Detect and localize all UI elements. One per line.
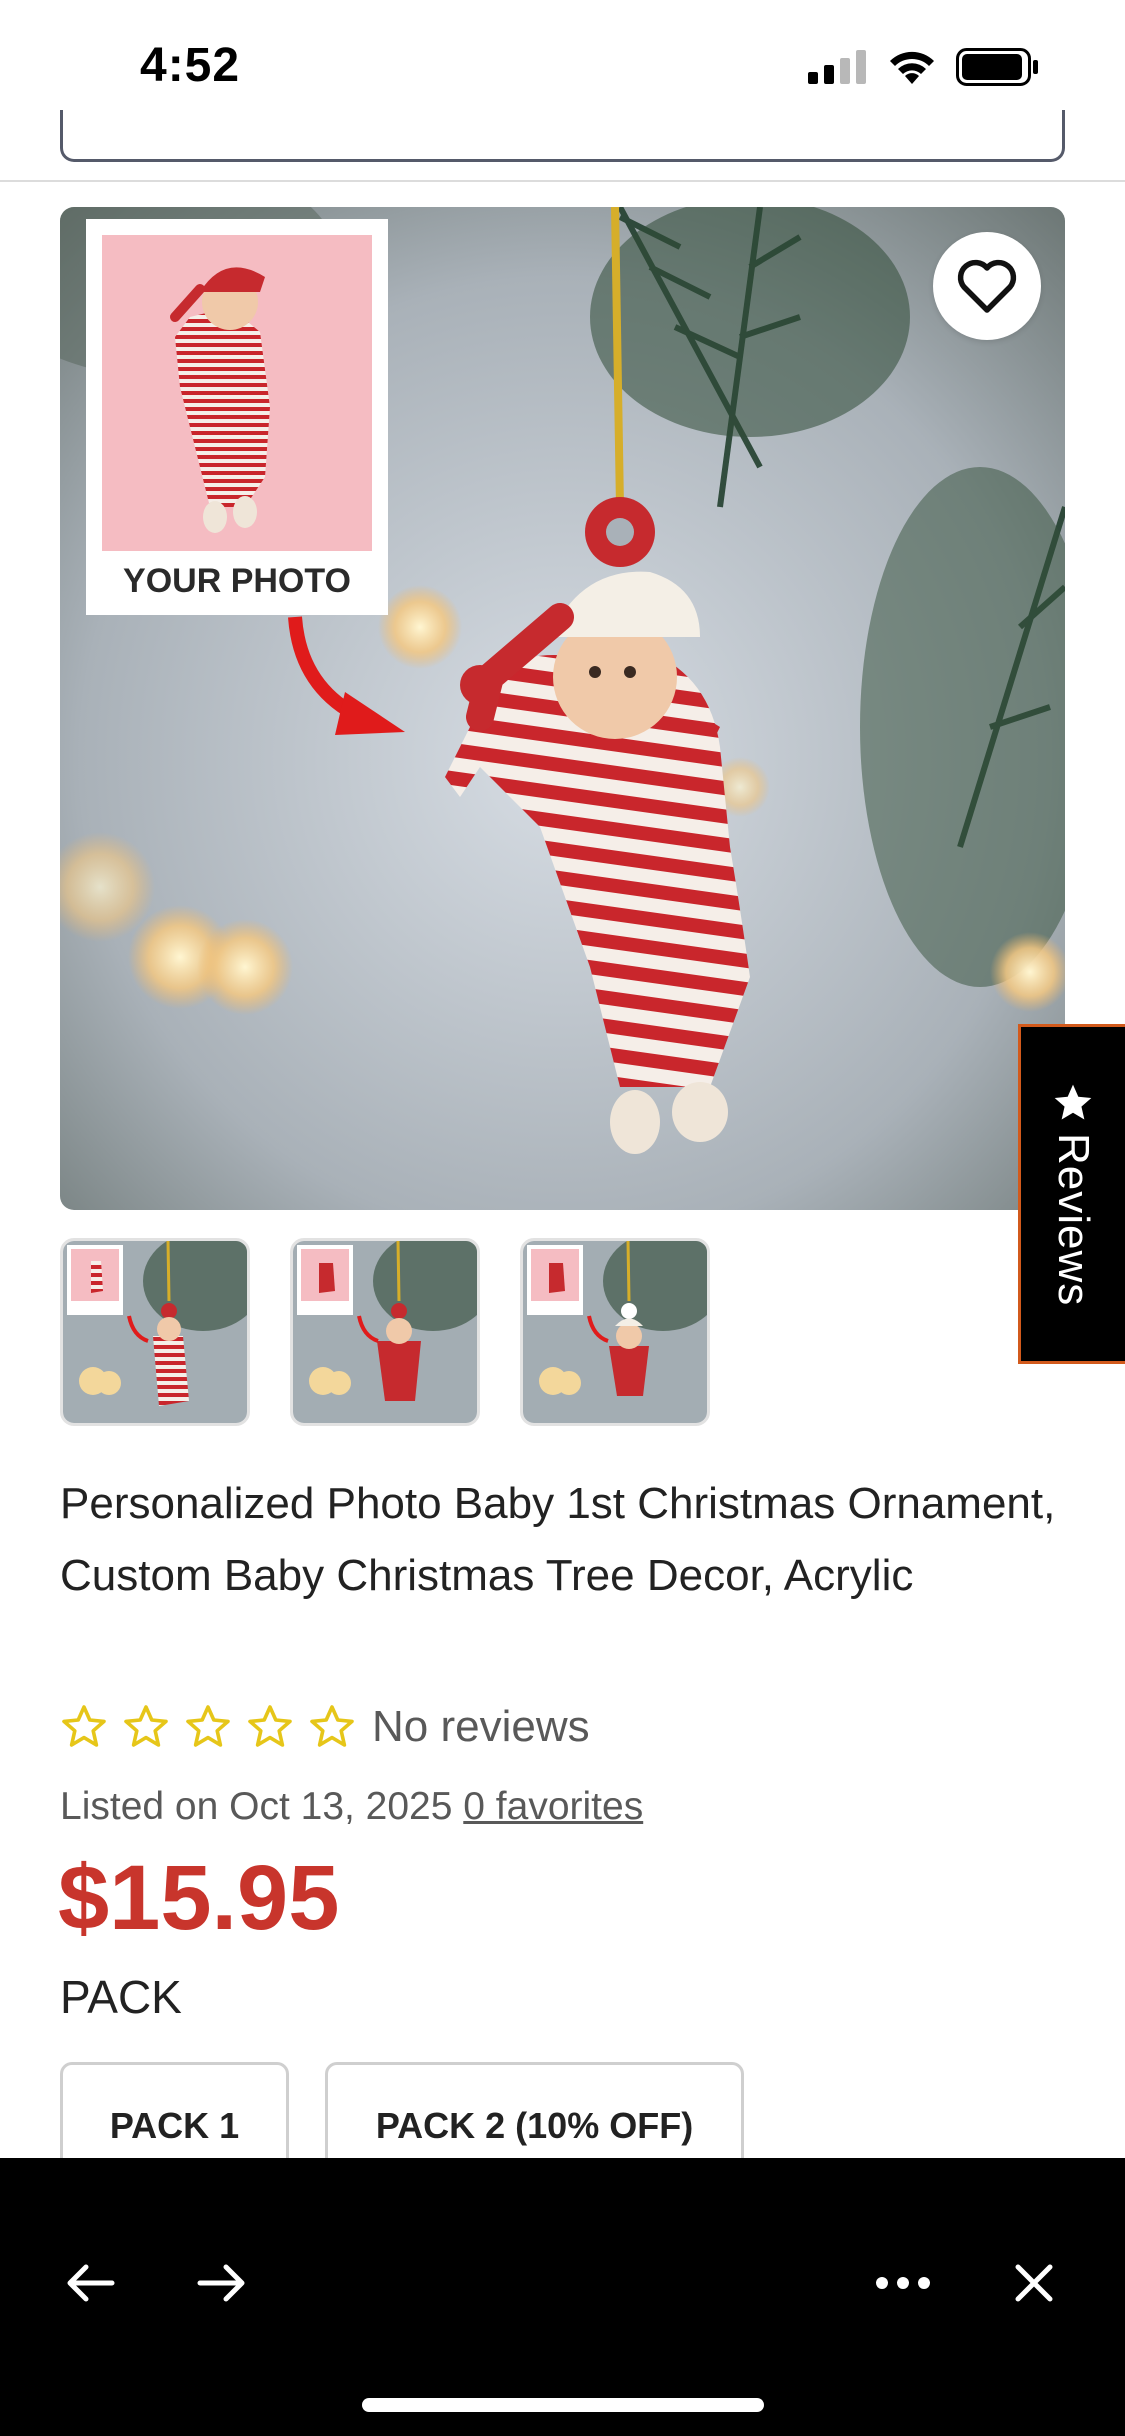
favorite-button[interactable] bbox=[933, 232, 1041, 340]
reviews-tab-label: Reviews bbox=[1049, 1133, 1098, 1307]
home-indicator[interactable] bbox=[362, 2398, 764, 2412]
product-main-image[interactable]: YOUR PHOTO bbox=[60, 207, 1065, 1210]
cellular-signal-icon bbox=[808, 50, 866, 84]
arrow-left-icon bbox=[67, 2264, 115, 2302]
status-icons bbox=[808, 48, 1040, 86]
header-divider bbox=[0, 180, 1125, 182]
forward-button[interactable] bbox=[187, 2248, 257, 2318]
thumbnail-red-outfit[interactable] bbox=[290, 1238, 480, 1426]
no-reviews-label: No reviews bbox=[372, 1702, 590, 1751]
thumbnail-strip bbox=[60, 1238, 710, 1426]
search-bar[interactable] bbox=[60, 110, 1065, 162]
thumbnail-red-white-outfit[interactable] bbox=[520, 1238, 710, 1426]
arrow-right-icon bbox=[197, 2264, 245, 2302]
listing-meta: Listed on Oct 13, 2025 0 favorites bbox=[60, 1785, 643, 1829]
rating-stars bbox=[60, 1704, 356, 1750]
rating-row[interactable]: No reviews bbox=[60, 1702, 590, 1752]
more-dots-icon bbox=[876, 2277, 930, 2289]
star-outline-icon bbox=[248, 1705, 292, 1747]
wifi-icon bbox=[890, 51, 934, 84]
your-photo-caption: YOUR PHOTO bbox=[123, 562, 351, 600]
status-bar: 4:52 bbox=[0, 0, 1125, 120]
star-icon bbox=[1054, 1085, 1092, 1120]
star-outline-icon bbox=[310, 1705, 354, 1747]
star-outline-icon bbox=[62, 1705, 106, 1747]
thumbnail-striped-pajamas[interactable] bbox=[60, 1238, 250, 1426]
thumbnail-image bbox=[63, 1241, 247, 1423]
listed-date: Listed on Oct 13, 2025 bbox=[60, 1785, 453, 1828]
product-price: $15.95 bbox=[58, 1847, 340, 1949]
variation-label: PACK bbox=[60, 1971, 182, 2023]
star-outline-icon bbox=[186, 1705, 230, 1747]
more-options-button[interactable] bbox=[868, 2248, 938, 2318]
thumbnail-image bbox=[293, 1241, 477, 1423]
close-button[interactable] bbox=[999, 2248, 1069, 2318]
product-photo: YOUR PHOTO bbox=[60, 207, 1065, 1210]
reviews-tab[interactable]: Reviews bbox=[1018, 1024, 1125, 1364]
heart-icon bbox=[957, 259, 1017, 313]
browser-toolbar bbox=[0, 2158, 1125, 2436]
close-icon bbox=[1015, 2264, 1053, 2302]
star-outline-icon bbox=[124, 1705, 168, 1747]
back-button[interactable] bbox=[55, 2248, 125, 2318]
status-time: 4:52 bbox=[140, 39, 241, 92]
favorites-link[interactable]: 0 favorites bbox=[463, 1785, 643, 1828]
thumbnail-image bbox=[523, 1241, 707, 1423]
product-title: Personalized Photo Baby 1st Christmas Or… bbox=[60, 1479, 1056, 1600]
battery-icon bbox=[956, 48, 1038, 86]
